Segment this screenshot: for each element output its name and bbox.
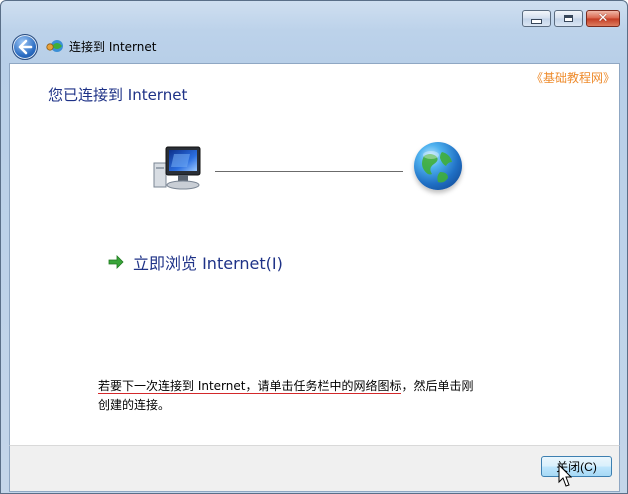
- mouse-cursor-icon: [558, 464, 572, 487]
- wizard-content: 《基础教程网》 您已连接到 Internet 立即浏览 Internet(I) …: [9, 63, 620, 445]
- watermark: 《基础教程网》: [530, 71, 615, 85]
- maximize-icon: [555, 11, 582, 26]
- minimize-icon: [523, 11, 550, 26]
- computer-icon: [153, 146, 201, 190]
- green-arrow-icon: [108, 255, 124, 269]
- globe-icon: [414, 142, 462, 190]
- close-button[interactable]: 关闭(C): [541, 456, 612, 477]
- browse-internet-link[interactable]: 立即浏览 Internet(I): [108, 250, 283, 274]
- underlined-instruction: 若要下一次连接到 Internet，请单击任务栏中的网络图标: [98, 379, 402, 394]
- connection-line: [215, 171, 403, 172]
- close-icon: ✕: [597, 11, 609, 26]
- button-bar: 关闭(C): [9, 445, 620, 492]
- maximize-button[interactable]: [554, 10, 583, 27]
- back-arrow-icon: [18, 39, 33, 55]
- window-title: 连接到 Internet: [69, 40, 157, 54]
- instruction-text: 若要下一次连接到 Internet，请单击任务栏中的网络图标，然后单击刚创建的连…: [98, 377, 478, 415]
- browse-internet-label: 立即浏览 Internet(I): [133, 254, 283, 273]
- page-title: 您已连接到 Internet: [48, 86, 188, 104]
- minimize-button[interactable]: [522, 10, 551, 27]
- close-window-button[interactable]: ✕: [586, 10, 620, 27]
- network-connection-icon: [46, 40, 63, 52]
- back-button[interactable]: [12, 34, 38, 60]
- connect-wizard-window: ✕ 连接到 Internet 《基础教程网》 您已连接到 Internet 立即…: [0, 0, 628, 494]
